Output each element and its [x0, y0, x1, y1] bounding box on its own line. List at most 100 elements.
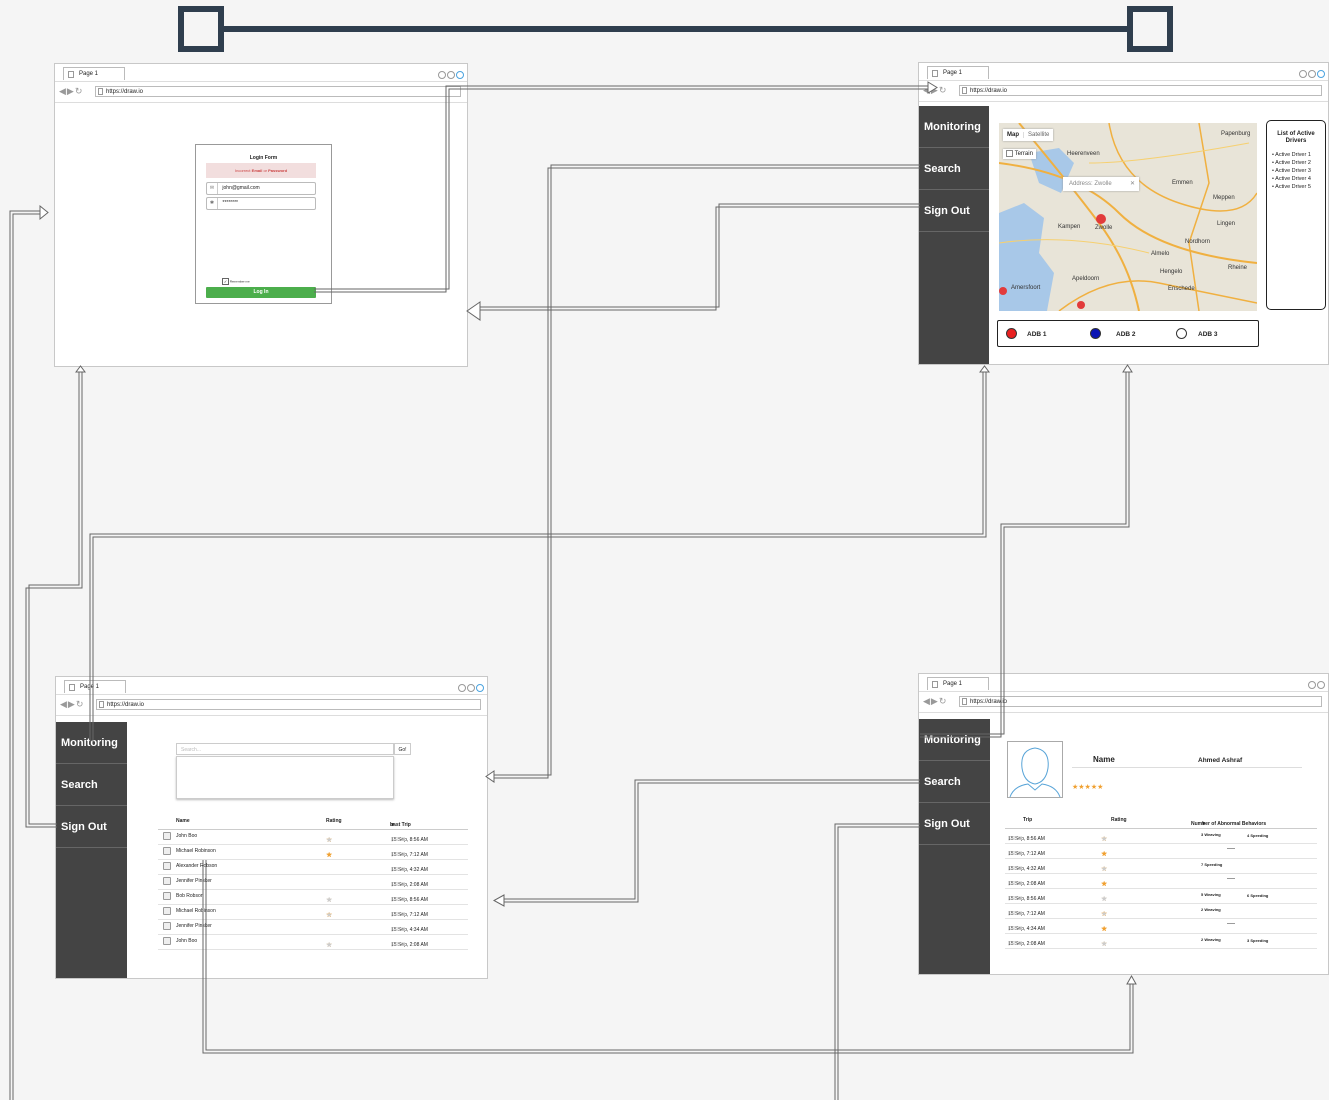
table-row[interactable]: 15 Sep, 2:08 AM (2013) ★ ★ ★ ★ ★ 2 Weaving 3 Sp… — [1005, 933, 1317, 949]
map-city: Enschede — [1168, 286, 1195, 292]
table-row[interactable]: 15 Sep, 8:56 AM (2013) ★ ★ ★ ★ ★ 5 Weaving 6 Sp… — [1005, 888, 1317, 904]
checkbox-icon[interactable] — [1006, 149, 1013, 157]
url-bar[interactable]: https://draw.io — [95, 86, 461, 97]
driver-name[interactable]: John Boo — [176, 938, 197, 944]
maximize-icon[interactable] — [1308, 70, 1316, 78]
maximize-icon[interactable] — [467, 684, 475, 692]
table-row[interactable]: Jennifer Pinsker 15 Sep, 2:08 AM (2013) — [158, 874, 468, 890]
driver-name[interactable]: Jennifer Pinsker — [176, 878, 212, 884]
map-city: Nordhorn — [1185, 239, 1211, 245]
list-item[interactable]: • Active Driver 2 — [1272, 159, 1311, 167]
active-drivers-panel: List of Active Drivers • Active Driver 1… — [1266, 120, 1326, 310]
profile-rating: ★★★★★ — [1072, 784, 1104, 791]
table-row[interactable]: 15 Sep, 7:12 AM (2013) ★ ★ ★ ★ ★ — — [1005, 843, 1317, 859]
terrain-toggle[interactable]: Terrain — [1003, 149, 1036, 159]
password-field[interactable]: ✱ ******** — [206, 197, 316, 210]
nav-arrows-icon[interactable]: ◀▶↻ — [923, 696, 947, 707]
login-button[interactable]: Log In — [206, 287, 316, 298]
table-row[interactable]: John Boo ★ ★ ★ ★ ★ 15 Sep, 2:08 AM (2013) — [158, 934, 468, 950]
search-input[interactable]: Search... — [176, 743, 394, 755]
popup-close-icon[interactable]: ✕ — [1130, 177, 1135, 191]
driver-name[interactable]: Michael Robinson — [176, 908, 216, 914]
checkbox-checked-icon[interactable]: ✓ — [222, 278, 229, 285]
url-bar[interactable]: https://draw.io — [959, 85, 1322, 96]
sidebar-item-search[interactable]: Search — [919, 761, 990, 803]
table-header: Name Rating Last Trip ▼ — [158, 814, 468, 830]
arrow-head — [466, 301, 481, 321]
sidebar-item-signout[interactable]: Sign Out — [56, 806, 127, 848]
go-button[interactable]: Go! — [394, 743, 411, 755]
driver-name[interactable]: John Boo — [176, 833, 197, 839]
behavior-2: — — [1227, 919, 1235, 928]
list-item[interactable]: • Active Driver 5 — [1272, 183, 1311, 191]
table-row[interactable]: 15 Sep, 7:12 AM (2013) ★ ★ ★ ★ ★ 2 Weaving — [1005, 903, 1317, 919]
list-item[interactable]: • Active Driver 1 — [1272, 151, 1311, 159]
user-icon — [163, 862, 171, 870]
sidebar-item-signout[interactable]: Sign Out — [919, 803, 990, 845]
driver-name[interactable]: Michael Robinson — [176, 848, 216, 854]
sort-down-icon[interactable]: ▼ — [390, 822, 395, 828]
url-bar[interactable]: https://draw.io — [959, 696, 1322, 707]
sidebar: Monitoring Search Sign Out — [919, 719, 990, 974]
map-city: Almelo — [1151, 251, 1170, 257]
browser-tab[interactable]: Page 1 — [927, 66, 989, 79]
sidebar-item-signout[interactable]: Sign Out — [919, 190, 989, 232]
table-row[interactable]: 15 Sep, 2:08 AM (2013) ★ ★ ★ ★ ★ — — [1005, 873, 1317, 889]
arrow-head — [1122, 364, 1133, 373]
page-icon — [68, 71, 74, 78]
sidebar-item-search[interactable]: Search — [56, 764, 127, 806]
behavior-2: 6 Speeding — [1247, 893, 1269, 898]
sidebar-item-search[interactable]: Search — [919, 148, 989, 190]
active-drivers-title: List of Active Drivers — [1277, 131, 1315, 144]
table-row[interactable]: 15 Sep, 4:32 AM (2013) ★ ★ ★ ★ ★ 7 Speeding — [1005, 858, 1317, 874]
map-city: Heerenveen — [1067, 151, 1100, 157]
map-graphic — [999, 123, 1257, 311]
behavior-2: — — [1227, 844, 1235, 853]
map-view[interactable]: Map Satellite Terrain Address: Zwolle ✕ P… — [999, 123, 1257, 311]
browser-tab[interactable]: Page 1 — [927, 677, 989, 690]
browser-tab[interactable]: Page 1 — [64, 680, 126, 693]
list-item[interactable]: • Active Driver 3 — [1272, 167, 1311, 175]
sidebar-item-monitoring[interactable]: Monitoring — [56, 722, 127, 764]
sidebar-item-monitoring[interactable]: Monitoring — [919, 106, 989, 148]
close-icon[interactable] — [476, 684, 484, 692]
nav-arrows-icon[interactable]: ◀▶↻ — [59, 86, 83, 97]
map-tab-map[interactable]: Map — [1003, 132, 1023, 138]
map-city: Emmen — [1172, 180, 1193, 186]
minimize-icon[interactable] — [438, 71, 446, 79]
nav-arrows-icon[interactable]: ◀▶↻ — [923, 85, 947, 96]
close-icon[interactable] — [1317, 70, 1325, 78]
close-icon[interactable] — [456, 71, 464, 79]
table-row[interactable]: 15 Sep, 8:56 AM (2013) ★ ★ ★ ★ ★ 3 Weaving 4 Sp… — [1005, 828, 1317, 844]
table-row[interactable]: Bob Robson ★ ★ ★ ★ ★ 15 Sep, 8:56 AM (2013) — [158, 889, 468, 905]
nav-arrows-icon[interactable]: ◀▶↻ — [60, 699, 84, 710]
minimize-icon[interactable] — [1308, 681, 1316, 689]
minimize-icon[interactable] — [1299, 70, 1307, 78]
table-row[interactable]: 15 Sep, 4:34 AM (2013) ★ ★ ★ ★ ★ — — [1005, 918, 1317, 934]
maximize-icon[interactable] — [1317, 681, 1325, 689]
remember-me[interactable]: ✓ Remember me — [222, 278, 250, 285]
tab-bar: Page 1 — [919, 674, 1328, 691]
url-bar[interactable]: https://draw.io — [96, 699, 481, 710]
table-row[interactable]: Michael Robinson ★ ★ ★ ★ ★ 15 Sep, 7:12 AM (20… — [158, 904, 468, 920]
behavior-2: 4 Speeding — [1247, 833, 1269, 838]
page-icon — [99, 701, 104, 708]
sort-down-icon[interactable]: ▼ — [1201, 821, 1206, 827]
driver-name[interactable]: Jennifer Pinsker — [176, 923, 212, 929]
driver-name[interactable]: Bob Robson — [176, 893, 204, 899]
driver-name[interactable]: Alexander Robson — [176, 863, 217, 869]
table-row[interactable]: Michael Robinson ★ ★ ★ ★ ★ 15 Sep, 7:12 AM (20… — [158, 844, 468, 860]
table-row[interactable]: Alexander Robson 15 Sep, 4:32 AM (2013) — [158, 859, 468, 875]
envelope-icon: ✉ — [207, 183, 218, 194]
map-tab-satellite[interactable]: Satellite — [1023, 132, 1054, 138]
minimize-icon[interactable] — [458, 684, 466, 692]
sidebar-item-monitoring[interactable]: Monitoring — [919, 719, 990, 761]
email-field[interactable]: ✉ john@gmail.com — [206, 182, 316, 195]
login-window: Page 1 ◀▶↻ https://draw.io Login Form In… — [54, 63, 468, 367]
table-row[interactable]: John Boo ★ ★ ★ ★ ★ 15 Sep, 8:56 AM (2013) — [158, 829, 468, 845]
list-item[interactable]: • Active Driver 4 — [1272, 175, 1311, 183]
table-row[interactable]: Jennifer Pinsker 15 Sep, 4:34 AM (2013) — [158, 919, 468, 935]
maximize-icon[interactable] — [447, 71, 455, 79]
browser-tab[interactable]: Page 1 — [63, 67, 125, 80]
legend-box: ADB 1 ADB 2 ADB 3 — [997, 320, 1259, 347]
